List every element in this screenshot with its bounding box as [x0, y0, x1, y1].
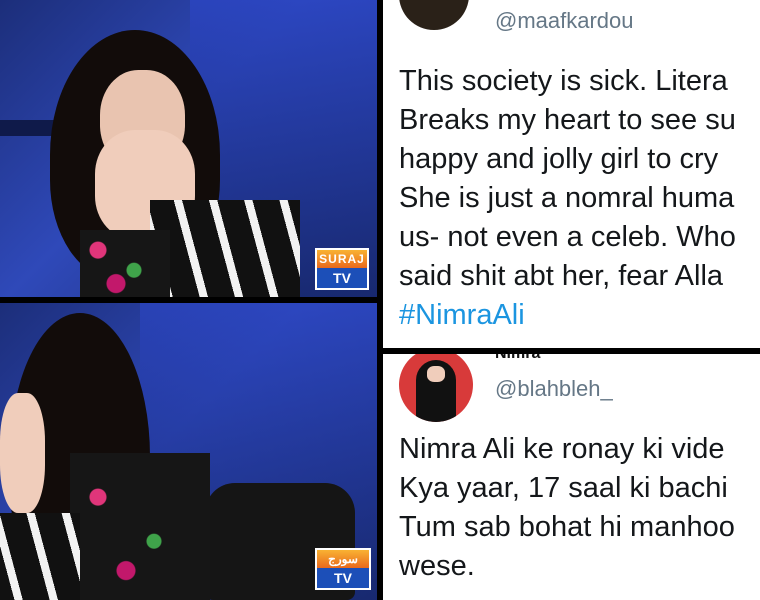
- video-frame-2: سورج TV: [0, 303, 377, 600]
- tweet-text: This society is sick. Litera Breaks my h…: [399, 62, 736, 335]
- tweet-text-line: This society is sick. Litera: [399, 65, 728, 97]
- tweet-text-line: wese.: [399, 550, 475, 582]
- avatar-face-icon: [427, 366, 445, 382]
- tweet-card-1: @maafkardou This society is sick. Litera…: [383, 0, 760, 348]
- person-dress: [150, 200, 300, 297]
- tweet-text-line: She is just a nomral huma: [399, 182, 735, 214]
- channel-logo-tv: TV: [317, 568, 369, 588]
- tweet-text-line: Kya yaar, 17 saal ki bachi: [399, 472, 728, 504]
- hashtag-link[interactable]: #NimraAli: [399, 296, 736, 335]
- person-scarf: [80, 230, 170, 297]
- tweet-handle[interactable]: @blahbleh_: [495, 376, 613, 402]
- tweet-text-line: Nimra Ali ke ronay ki vide: [399, 433, 725, 465]
- tweet-text-line: Tum sab bohat hi manhoo: [399, 511, 735, 543]
- channel-logo-text: SURAJ: [317, 250, 367, 268]
- person-hands: [0, 393, 45, 513]
- channel-logo: SURAJ TV: [315, 248, 369, 290]
- person-dress: [0, 513, 80, 600]
- video-frame-1: SURAJ TV: [0, 0, 377, 297]
- tweet-text-line: happy and jolly girl to cry: [399, 143, 719, 175]
- avatar[interactable]: [399, 354, 473, 422]
- tweet-handle[interactable]: @maafkardou: [495, 8, 634, 34]
- tweet-text: Nimra Ali ke ronay ki vide Kya yaar, 17 …: [399, 430, 735, 586]
- person-scarf: [70, 453, 210, 600]
- tweet-card-2: Nimra @blahbleh_ Nimra Ali ke ronay ki v…: [383, 354, 760, 600]
- tweet-display-name[interactable]: Nimra: [495, 354, 540, 363]
- channel-logo: سورج TV: [315, 548, 371, 590]
- tweet-text-line: Breaks my heart to see su: [399, 104, 736, 136]
- channel-logo-tv: TV: [317, 268, 367, 288]
- avatar[interactable]: [399, 0, 469, 30]
- tweet-text-line: us- not even a celeb. Who: [399, 221, 736, 253]
- tweet-text-line: said shit abt her, fear Alla: [399, 260, 724, 292]
- channel-logo-text: سورج: [317, 550, 369, 568]
